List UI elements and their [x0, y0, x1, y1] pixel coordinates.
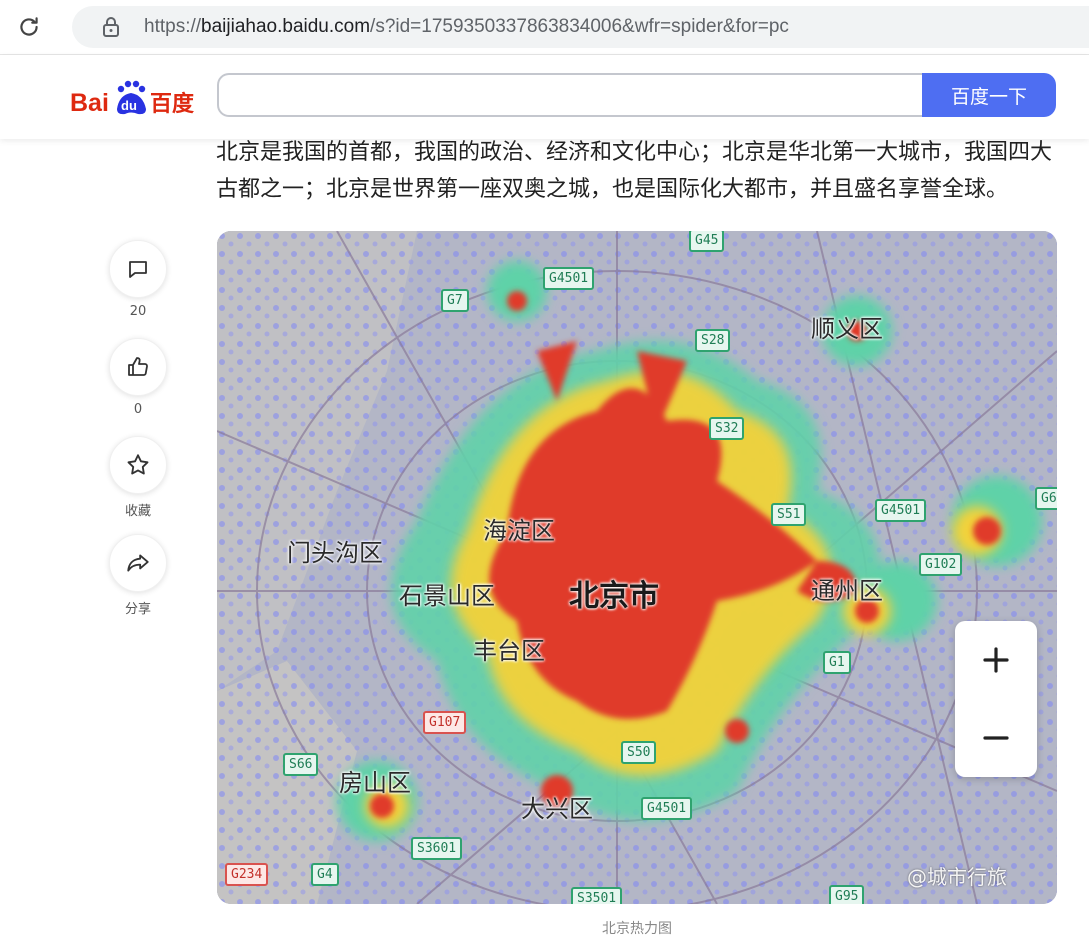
- comment-action[interactable]: 20: [108, 240, 168, 319]
- road-shield: G102: [919, 553, 963, 576]
- district-label-beijing: 北京市: [569, 579, 659, 614]
- road-shield: S3501: [571, 887, 623, 904]
- road-shield: S66: [283, 753, 319, 776]
- share-button[interactable]: [109, 534, 167, 592]
- star-icon: [127, 454, 149, 475]
- site-header: Bai du 百度 百度一下: [0, 55, 1089, 139]
- zoom-out-button[interactable]: [955, 699, 1037, 777]
- svg-text:du: du: [121, 98, 137, 113]
- comment-icon: [129, 261, 147, 278]
- road-shield: S32: [709, 417, 745, 440]
- comment-count: 20: [129, 304, 147, 319]
- map-watermark: @城市行旅: [907, 865, 1007, 889]
- road-shield: G4501: [875, 499, 927, 522]
- road-shield: G6: [1035, 487, 1057, 510]
- svg-text:Bai: Bai: [70, 89, 109, 117]
- road-shield: G1: [823, 651, 851, 674]
- zoom-control: [955, 621, 1037, 777]
- address-bar[interactable]: https://baijiahao.baidu.com/s?id=1759350…: [72, 6, 1089, 48]
- like-icon: [128, 357, 148, 376]
- article-paragraph: 北京是我国的首都，我国的政治、经济和文化中心；北京是华北第一大城市，我国四大古都…: [216, 140, 1053, 202]
- url-text: https://baijiahao.baidu.com/s?id=1759350…: [144, 16, 789, 37]
- favorite-label: 收藏: [124, 504, 151, 519]
- browser-toolbar: https://baijiahao.baidu.com/s?id=1759350…: [0, 0, 1089, 55]
- favorite-button[interactable]: [109, 436, 167, 494]
- district-label-shunyi: 顺义区: [811, 315, 883, 343]
- road-shield: S28: [695, 329, 731, 352]
- district-label-mentougou: 门头沟区: [287, 539, 383, 567]
- share-label: 分享: [124, 602, 151, 617]
- svg-text:百度: 百度: [150, 91, 195, 117]
- district-label-daxing: 大兴区: [521, 795, 593, 823]
- road-shield: S51: [771, 503, 807, 526]
- road-shield: G45: [689, 231, 725, 252]
- road-shield: S50: [621, 741, 657, 764]
- road-shield: G234: [225, 863, 269, 886]
- like-count: 0: [133, 402, 143, 417]
- district-label-shijingshan: 石景山区: [399, 582, 495, 610]
- search-button[interactable]: 百度一下: [922, 73, 1056, 117]
- search-input[interactable]: [217, 73, 923, 117]
- plus-icon: [983, 647, 1009, 673]
- road-shield: G95: [829, 885, 865, 904]
- road-shield: G4501: [543, 267, 595, 290]
- road-shield: G7: [441, 289, 469, 312]
- like-button[interactable]: [109, 338, 167, 396]
- favorite-action[interactable]: 收藏: [108, 436, 168, 519]
- share-icon: [127, 554, 149, 572]
- heat-map[interactable]: 北京市 海淀区 门头沟区 石景山区 丰台区 通州区 顺义区 房山区 大兴区 G4…: [217, 231, 1057, 904]
- lock-icon[interactable]: [100, 16, 122, 38]
- zoom-in-button[interactable]: [955, 621, 1037, 699]
- road-shield: G107: [423, 711, 467, 734]
- road-shield: S3601: [411, 837, 463, 860]
- road-shield: G4501: [641, 797, 693, 820]
- road-shield: G4: [311, 863, 339, 886]
- minus-icon: [983, 736, 1009, 740]
- district-label-haidian: 海淀区: [483, 517, 555, 545]
- image-caption: 北京热力图: [602, 921, 672, 937]
- like-action[interactable]: 0: [108, 338, 168, 417]
- url-path: /s?id=1759350337863834006&wfr=spider&for…: [370, 16, 789, 37]
- district-label-fengtai: 丰台区: [473, 637, 545, 665]
- district-label-tongzhou: 通州区: [811, 577, 883, 605]
- url-host: baijiahao.baidu.com: [201, 16, 371, 37]
- share-action[interactable]: 分享: [108, 534, 168, 617]
- comment-button[interactable]: [109, 240, 167, 298]
- baidu-logo[interactable]: Bai du 百度: [70, 75, 200, 119]
- reload-icon[interactable]: [14, 12, 44, 42]
- district-label-fangshan: 房山区: [339, 769, 411, 797]
